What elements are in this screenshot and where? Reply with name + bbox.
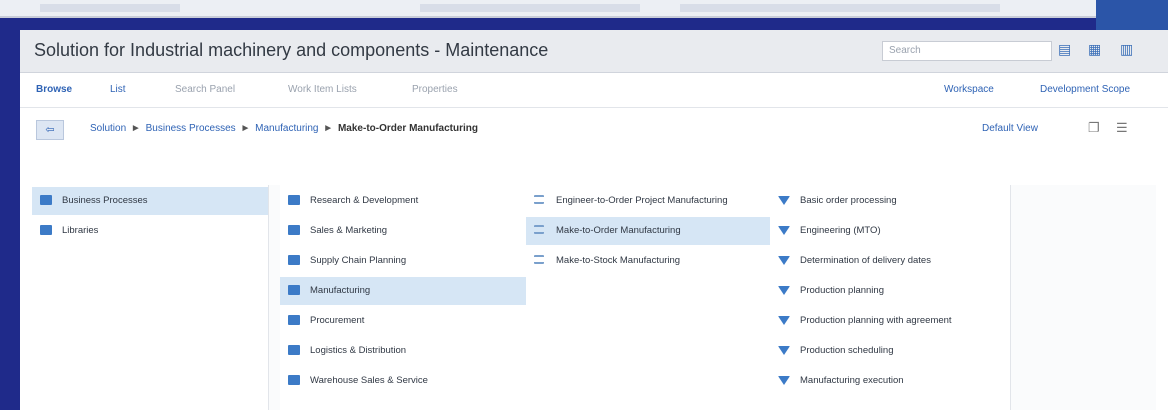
filter-icon — [778, 286, 790, 295]
list-item-label: Supply Chain Planning — [310, 255, 407, 266]
list-item[interactable]: Sales & Marketing — [280, 217, 526, 245]
filter-icon — [778, 316, 790, 325]
application-window: Solution for Industrial machinery and co… — [20, 30, 1168, 410]
list-item-label: Production planning with agreement — [800, 315, 952, 326]
list-item[interactable]: Engineering (MTO) — [770, 217, 1010, 245]
folder-icon — [288, 375, 300, 385]
list-item-label: Logistics & Distribution — [310, 345, 407, 356]
list-item-label: Engineer-to-Order Project Manufacturing — [556, 195, 728, 206]
list-item-label: Libraries — [62, 225, 99, 236]
list-item[interactable]: Production planning — [770, 277, 1010, 305]
list-item[interactable]: Warehouse Sales & Service — [280, 367, 526, 395]
background-window-strip — [0, 0, 1168, 18]
nav-properties[interactable]: Properties — [412, 84, 458, 95]
list-item-label: Basic order processing — [800, 195, 897, 206]
nav-workspace[interactable]: Workspace — [944, 84, 994, 95]
list-item[interactable]: Basic order processing — [770, 187, 1010, 215]
list-item[interactable]: Business Processes — [32, 187, 268, 215]
breadcrumb-item[interactable]: Manufacturing — [255, 123, 318, 134]
filter-icon — [778, 226, 790, 235]
filter-icon — [778, 256, 790, 265]
grid-icon[interactable]: ▦ — [1088, 41, 1112, 61]
list-item-label: Production scheduling — [800, 345, 894, 356]
copy-icon[interactable]: ▤ — [1058, 41, 1082, 61]
list-item[interactable]: Engineer-to-Order Project Manufacturing — [526, 187, 770, 215]
list-item-label: Production planning — [800, 285, 884, 296]
list-icon — [534, 195, 544, 204]
list-item[interactable]: Manufacturing — [280, 277, 526, 305]
nav-list[interactable]: List — [110, 84, 126, 95]
nav-work-item-lists[interactable]: Work Item Lists — [288, 84, 357, 95]
nav-browse[interactable]: Browse — [36, 84, 72, 95]
folder-icon — [288, 255, 300, 265]
filter-icon — [778, 196, 790, 205]
breadcrumb-bar: ⇦ Solution ► Business Processes ► Manufa… — [20, 110, 1168, 158]
column-1: Business Processes Libraries — [32, 185, 269, 410]
search-input[interactable]: Search — [882, 41, 1052, 61]
view-selector[interactable]: Default View — [982, 123, 1038, 134]
title-bar: Solution for Industrial machinery and co… — [20, 30, 1168, 73]
column-4: Basic order processing Engineering (MTO)… — [770, 185, 1011, 410]
background-tab — [680, 4, 1000, 12]
list-item-label: Engineering (MTO) — [800, 225, 881, 236]
breadcrumb-separator: ► — [130, 123, 141, 134]
list-item-label: Determination of delivery dates — [800, 255, 931, 266]
folder-icon — [288, 225, 300, 235]
list-item-label: Manufacturing — [310, 285, 371, 296]
list-item[interactable]: Determination of delivery dates — [770, 247, 1010, 275]
list-item-label: Research & Development — [310, 195, 419, 206]
breadcrumb-separator: ► — [240, 123, 251, 134]
column-2: Research & Development Sales & Marketing… — [280, 185, 527, 410]
folder-icon — [40, 225, 52, 235]
column-browser: Business Processes Libraries Research & … — [32, 185, 1156, 410]
breadcrumb-separator: ► — [323, 123, 334, 134]
background-tab — [40, 4, 180, 12]
list-item[interactable]: Libraries — [32, 217, 268, 245]
list-item[interactable]: Manufacturing execution — [770, 367, 1010, 395]
export-icon[interactable]: ▥ — [1120, 41, 1144, 61]
nav-development-scope[interactable]: Development Scope — [1040, 84, 1130, 95]
list-item[interactable]: Make-to-Stock Manufacturing — [526, 247, 770, 275]
back-button[interactable]: ⇦ — [36, 120, 64, 140]
breadcrumb-item[interactable]: Business Processes — [146, 123, 236, 134]
column-3: Engineer-to-Order Project Manufacturing … — [526, 185, 771, 410]
background-window-corner — [1096, 0, 1168, 30]
list-item-label: Make-to-Order Manufacturing — [556, 225, 681, 236]
list-item[interactable]: Procurement — [280, 307, 526, 335]
settings-icon[interactable]: ☰ — [1116, 120, 1128, 136]
app-title: Solution for Industrial machinery and co… — [34, 40, 549, 60]
folder-icon — [288, 345, 300, 355]
list-item-label: Procurement — [310, 315, 365, 326]
filter-icon — [778, 376, 790, 385]
nav-search-panel[interactable]: Search Panel — [175, 84, 235, 95]
list-item[interactable]: Logistics & Distribution — [280, 337, 526, 365]
breadcrumb: Solution ► Business Processes ► Manufact… — [90, 123, 478, 134]
copy-icon[interactable]: ❐ — [1088, 120, 1100, 136]
background-tab — [420, 4, 640, 12]
filter-icon — [778, 346, 790, 355]
list-item-label: Warehouse Sales & Service — [310, 375, 428, 386]
list-item[interactable]: Research & Development — [280, 187, 526, 215]
list-item-label: Manufacturing execution — [800, 375, 904, 386]
folder-icon — [288, 285, 300, 295]
list-icon — [534, 225, 544, 234]
folder-icon — [288, 315, 300, 325]
list-item-label: Sales & Marketing — [310, 225, 388, 236]
breadcrumb-item[interactable]: Solution — [90, 123, 126, 134]
list-item[interactable]: Production planning with agreement — [770, 307, 1010, 335]
list-item[interactable]: Production scheduling — [770, 337, 1010, 365]
list-item-label: Business Processes — [62, 195, 148, 206]
list-icon — [534, 255, 544, 264]
list-item-label: Make-to-Stock Manufacturing — [556, 255, 681, 266]
breadcrumb-current: Make-to-Order Manufacturing — [337, 123, 478, 134]
list-item[interactable]: Supply Chain Planning — [280, 247, 526, 275]
nav-bar: Browse List Search Panel Work Item Lists… — [20, 73, 1168, 108]
list-item[interactable]: Make-to-Order Manufacturing — [526, 217, 770, 245]
folder-icon — [288, 195, 300, 205]
folder-icon — [40, 195, 52, 205]
